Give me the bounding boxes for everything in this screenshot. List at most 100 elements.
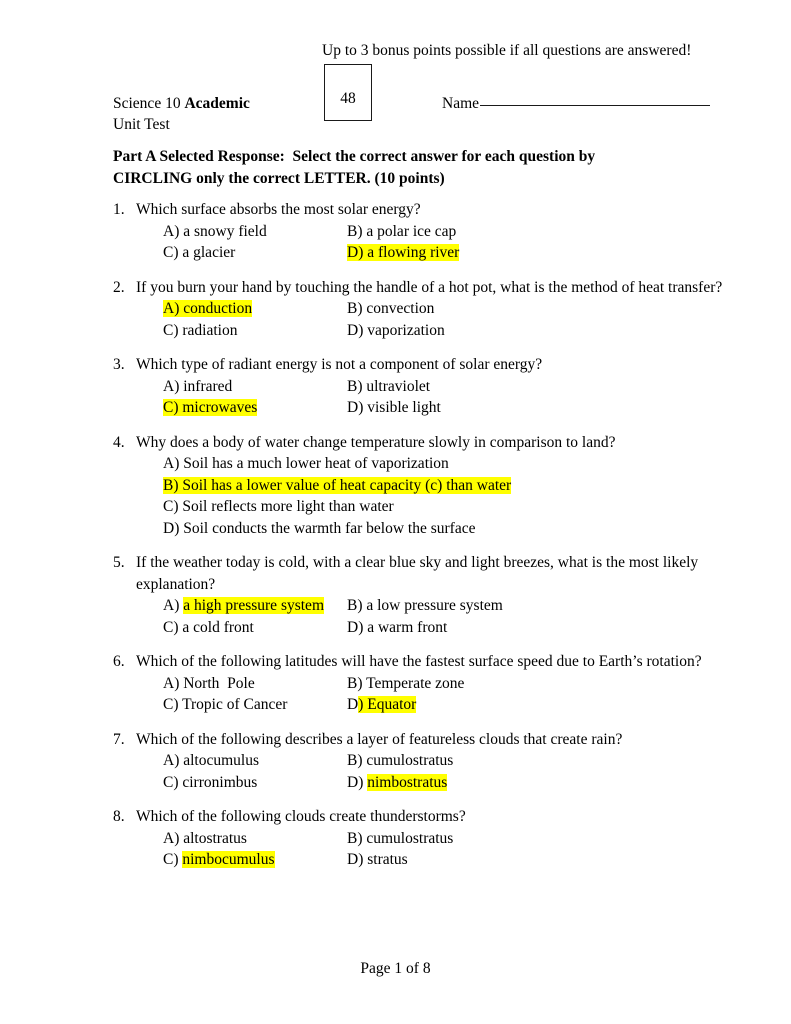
question-header: 8. Which of the following clouds create t… <box>113 806 733 828</box>
question-header: 7. Which of the following describes a lay… <box>113 729 733 751</box>
option-row: C) nimbocumulus D) stratus <box>163 849 733 871</box>
question-number: 1. <box>113 201 125 218</box>
question-text: Which of the following latitudes will ha… <box>136 653 702 670</box>
option-a[interactable]: A) a snowy field <box>163 221 267 243</box>
question-number: 8. <box>113 808 125 825</box>
option-b[interactable]: B) cumulostratus <box>347 750 453 772</box>
option-d[interactable]: D) Equator <box>347 694 417 716</box>
question-text: If you burn your hand by touching the ha… <box>136 278 723 296</box>
question-item: 8. Which of the following clouds create t… <box>113 806 733 871</box>
option-b[interactable]: B) ultraviolet <box>347 376 430 398</box>
part-a-instructions: Part A Selected Response: Select the cor… <box>113 146 713 189</box>
option-c[interactable]: C) cirronimbus <box>163 772 257 794</box>
option-b[interactable]: B) a polar ice cap <box>347 221 456 243</box>
option-d[interactable]: D) vaporization <box>347 320 445 342</box>
test-page: Up to 3 bonus points possible if all que… <box>0 0 791 1024</box>
option-group: A) a high pressure system B) a low pressu… <box>113 595 733 638</box>
option-row: A) North Pole B) Temperate zone <box>163 673 733 695</box>
option-row: A) a high pressure system B) a low pressu… <box>163 595 733 617</box>
question-item: 4. Why does a body of water change temper… <box>113 432 733 540</box>
option-c[interactable]: C) Tropic of Cancer <box>163 694 287 716</box>
option-row: C) microwaves D) visible light <box>163 397 733 419</box>
option-b[interactable]: B) Temperate zone <box>347 673 464 695</box>
option-d[interactable]: D) Soil conducts the warmth far below th… <box>163 518 475 540</box>
question-header: 4. Why does a body of water change temper… <box>113 432 733 454</box>
option-c[interactable]: C) radiation <box>163 320 237 342</box>
score-box: 48 <box>324 64 372 121</box>
page-footer: Page 1 of 8 <box>360 960 431 977</box>
answer-highlight: C) microwaves <box>163 399 258 416</box>
question-number: 5. <box>113 554 125 571</box>
option-d[interactable]: D) visible light <box>347 397 441 419</box>
name-input-line[interactable] <box>480 105 711 106</box>
question-number: 4. <box>113 433 125 451</box>
option-group: A) altocumulus B) cumulostratus C) cirroni… <box>113 750 733 793</box>
name-label: Name <box>442 95 480 112</box>
question-list: 1. Which surface absorbs the most solar e… <box>113 199 733 884</box>
course-name: Science 10 <box>113 95 185 112</box>
option-a[interactable]: A) a high pressure system <box>163 595 324 617</box>
option-row: A) a snowy field B) a polar ice cap <box>163 221 733 243</box>
question-number: 2. <box>113 278 125 296</box>
option-row: A) altostratus B) cumulostratus <box>163 828 733 850</box>
answer-highlight: nimbostratus <box>367 773 448 791</box>
option-d[interactable]: D) a warm front <box>347 617 447 639</box>
option-row: C) radiation D) vaporization <box>163 320 733 342</box>
question-item: 6. Which of the following latitudes will … <box>113 651 733 716</box>
answer-highlight: nimbocumulus <box>182 851 275 868</box>
option-d[interactable]: D) a flowing river <box>347 242 460 264</box>
option-b[interactable]: B) cumulostratus <box>347 828 453 850</box>
answer-highlight: A) conduction <box>163 300 253 317</box>
question-text: Which type of radiant energy is not a co… <box>136 356 543 373</box>
option-a[interactable]: A) infrared <box>163 376 232 398</box>
question-header: 6. Which of the following latitudes will … <box>113 651 733 673</box>
option-group: A) infrared B) ultraviolet C) microwaves D)… <box>113 376 733 419</box>
option-row: C) Tropic of Cancer D) Equator <box>163 694 733 716</box>
option-group: A) a snowy field B) a polar ice cap C) a g… <box>113 221 733 264</box>
option-c[interactable]: C) nimbocumulus <box>163 849 275 871</box>
option-c[interactable]: C) Soil reflects more light than water <box>163 496 394 518</box>
score-value: 48 <box>340 90 356 107</box>
question-item: 7. Which of the following describes a lay… <box>113 729 733 794</box>
option-a[interactable]: A) conduction <box>163 298 253 320</box>
question-item: 3. Which type of radiant energy is not a … <box>113 354 733 419</box>
option-b[interactable]: B) convection <box>347 298 434 320</box>
question-text: If the weather today is cold, with a cle… <box>136 554 699 593</box>
option-group: A) North Pole B) Temperate zone C) Tropic … <box>113 673 733 716</box>
option-letter: D <box>347 696 359 713</box>
option-c[interactable]: C) microwaves <box>163 397 258 419</box>
option-b[interactable]: B) a low pressure system <box>347 595 503 617</box>
option-d[interactable]: D) stratus <box>347 849 408 871</box>
option-group: A) altostratus B) cumulostratus C) nimbocu… <box>113 828 733 871</box>
question-text: Why does a body of water change temperat… <box>136 433 616 451</box>
option-group: A) conduction B) convection C) radiation D)… <box>113 298 733 341</box>
option-row: A) infrared B) ultraviolet <box>163 376 733 398</box>
option-row: B) Soil has a lower value of heat capaci… <box>163 475 733 497</box>
option-row: C) a glacier D) a flowing river <box>163 242 733 264</box>
option-a[interactable]: A) North Pole <box>163 673 255 695</box>
option-row: C) a cold front D) a warm front <box>163 617 733 639</box>
option-a[interactable]: A) altostratus <box>163 828 247 850</box>
course-level: Academic <box>184 95 250 112</box>
option-c[interactable]: C) a cold front <box>163 617 254 639</box>
course-line: Science 10 Academic <box>113 93 250 114</box>
instructions-line-2: CIRCLING only the correct LETTER. (10 po… <box>113 169 445 187</box>
option-a[interactable]: A) Soil has a much lower heat of vaporiz… <box>163 453 449 475</box>
option-d[interactable]: D) nimbostratus <box>347 772 448 794</box>
question-text: Which of the following describes a layer… <box>136 730 623 748</box>
document-subtitle: Unit Test <box>113 116 170 133</box>
option-row: A) altocumulus B) cumulostratus <box>163 750 733 772</box>
option-c[interactable]: C) a glacier <box>163 242 235 264</box>
option-b[interactable]: B) Soil has a lower value of heat capaci… <box>163 475 512 497</box>
answer-highlight: ) Equator <box>358 696 417 713</box>
option-row: C) Soil reflects more light than water <box>163 496 733 518</box>
question-header: 2. If you burn your hand by touching the … <box>113 277 733 299</box>
option-row: C) cirronimbus D) nimbostratus <box>163 772 733 794</box>
option-a[interactable]: A) altocumulus <box>163 750 259 772</box>
answer-highlight: D) a flowing river <box>347 244 460 261</box>
bonus-points-note: Up to 3 bonus points possible if all que… <box>322 42 692 59</box>
question-header: 5. If the weather today is cold, with a c… <box>113 552 733 595</box>
question-item: 2. If you burn your hand by touching the … <box>113 277 733 342</box>
course-title-block: Science 10 Academic Unit Test <box>113 93 250 135</box>
question-item: 5. If the weather today is cold, with a c… <box>113 552 733 638</box>
